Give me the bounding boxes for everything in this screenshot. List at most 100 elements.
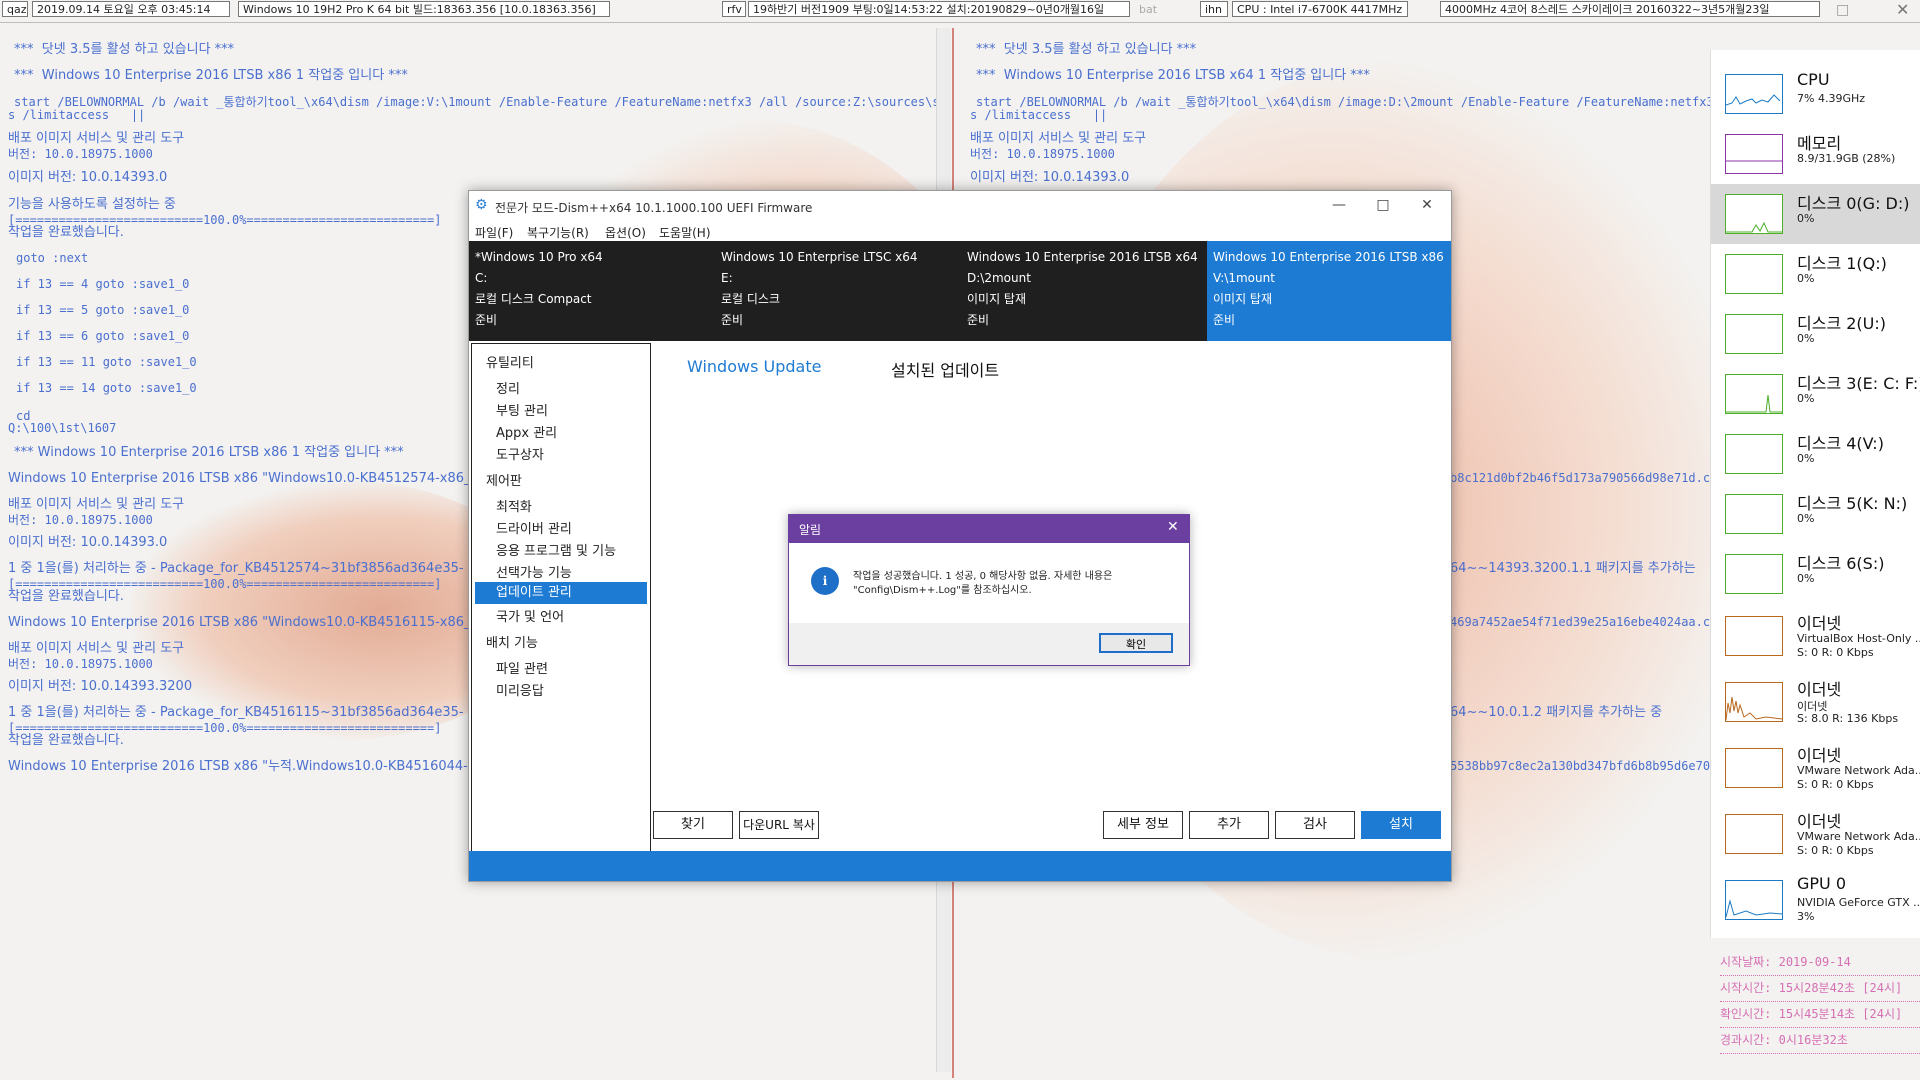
dialog-message-line1: 작업을 성공했습니다. 1 성공, 0 해당사항 없음. 자세한 내용은 (853, 571, 1113, 582)
console-line: *** 닷넷 3.5를 활성 하고 있습니다 *** (14, 42, 235, 57)
dialog-footer: 확인 (789, 623, 1189, 665)
nav-item-features[interactable]: 선택가능 기능 (496, 562, 572, 581)
disk-graph (1725, 434, 1783, 474)
perf-item-memory[interactable]: 메모리 8.9/31.9GB (28%) (1711, 124, 1920, 184)
image-status: 준비 (721, 313, 744, 327)
perf-item-usage: 3% (1797, 910, 1815, 923)
perf-item-cpu[interactable]: CPU 7% 4.39GHz (1711, 64, 1920, 124)
perf-item-ethernet-main[interactable]: 이더넷 이더넷 S: 8.0 R: 136 Kbps (1711, 670, 1920, 736)
menu-file[interactable]: 파일(F) (475, 224, 513, 241)
copy-url-button[interactable]: 다운URL 복사 (739, 811, 819, 839)
perf-item-name: 이더넷 (1797, 680, 1842, 699)
perf-item-name: GPU 0 (1797, 874, 1847, 893)
nav-item-cleanup[interactable]: 정리 (496, 378, 520, 397)
perf-item-disk3[interactable]: 디스크 3(E: C: F:) 0% (1711, 364, 1920, 424)
perf-item-ethernet-vmware1[interactable]: 이더넷 VMware Network Ada... S: 0 R: 0 Kbps (1711, 736, 1920, 802)
close-icon[interactable]: ✕ (1896, 0, 1909, 19)
info-icon: i (811, 567, 839, 595)
console-line: 64~~10.0.1.2 패키지를 추가하는 중 (1450, 705, 1663, 720)
perf-item-name: 디스크 5(K: N:) (1797, 494, 1908, 513)
maximize-button[interactable]: □ (1361, 193, 1405, 219)
console-line: if 13 == 11 goto :save1_0 (16, 355, 197, 369)
nav-item-appx[interactable]: Appx 관리 (496, 422, 557, 441)
nav-item-toolbox[interactable]: 도구상자 (496, 444, 544, 463)
image-card-e[interactable]: Windows 10 Enterprise LTSC x64 E: 로컬 디스크… (715, 241, 961, 341)
nav-item-apps[interactable]: 응용 프로그램 및 기능 (496, 540, 616, 559)
nav-item-boot[interactable]: 부팅 관리 (496, 400, 548, 419)
menu-help[interactable]: 도움말(H) (659, 224, 711, 241)
find-button[interactable]: 찾기 (653, 811, 733, 839)
image-name: *Windows 10 Pro x64 (475, 250, 603, 264)
disk-graph (1725, 254, 1783, 294)
nav-item-answer[interactable]: 미리응답 (496, 680, 544, 699)
nav-item-region[interactable]: 국가 및 언어 (496, 606, 564, 625)
image-card-d[interactable]: Windows 10 Enterprise 2016 LTSB x64 D:\2… (961, 241, 1207, 341)
console-line: 버전: 10.0.18975.1000 (8, 657, 153, 671)
perf-item-adapter: NVIDIA GeForce GTX ... (1797, 896, 1920, 909)
perf-item-name: 디스크 6(S:) (1797, 554, 1885, 573)
image-card-c[interactable]: *Windows 10 Pro x64 C: 로컬 디스크 Compact 준비 (469, 241, 715, 341)
add-button[interactable]: 추가 (1189, 811, 1269, 839)
console-line: 작업을 완료했습니다. (8, 733, 124, 748)
console-line: Q:\100\1st\1607 (8, 421, 117, 435)
perf-item-throughput: S: 8.0 R: 136 Kbps (1797, 712, 1899, 725)
install-button[interactable]: 설치 (1361, 811, 1441, 839)
console-line: Windows 10 Enterprise 2016 LTSB x86 "Win… (8, 615, 495, 630)
perf-item-adapter: VMware Network Ada... (1797, 830, 1920, 843)
menu-options[interactable]: 옵션(O) (605, 224, 646, 241)
scan-button[interactable]: 검사 (1275, 811, 1355, 839)
topbar-cpu: CPU : Intel i7-6700K 4417MHz (1232, 1, 1408, 17)
minimize-button[interactable]: — (1317, 193, 1361, 219)
console-line: 이미지 버전: 10.0.14393.0 (970, 170, 1130, 185)
details-button[interactable]: 세부 정보 (1103, 811, 1183, 839)
perf-item-name: 이더넷 (1797, 614, 1842, 633)
memory-graph (1725, 134, 1783, 174)
dialog-titlebar[interactable]: 알림 ✕ (789, 515, 1189, 543)
perf-item-gpu[interactable]: GPU 0 NVIDIA GeForce GTX ... 3% (1711, 868, 1920, 934)
cpu-graph (1725, 74, 1783, 114)
perf-item-value: 0% (1797, 212, 1815, 225)
status-topbar: qaz 2019.09.14 토요일 오후 03:45:14 Windows 1… (0, 0, 1920, 20)
image-path: V:\1mount (1213, 271, 1275, 285)
perf-item-ethernet-vbox[interactable]: 이더넷 VirtualBox Host-Only ... S: 0 R: 0 K… (1711, 604, 1920, 670)
close-button[interactable]: ✕ (1405, 193, 1449, 219)
nav-section-control: 제어판 (486, 474, 522, 489)
topbar-cpu-detail: 4000MHz 4코어 8스레드 스카이레이크 20160322~3년5개월23… (1440, 1, 1820, 17)
perf-item-disk0[interactable]: 디스크 0(G: D:) 0% (1711, 184, 1920, 244)
time-info-box: 시작날짜: 2019-09-14 시작시간: 15시28분42초 [24시] 확… (1720, 950, 1920, 1078)
console-line: s /limitaccess || (8, 108, 146, 122)
image-status: 준비 (967, 313, 990, 327)
perf-item-name: 디스크 3(E: C: F:) (1797, 374, 1920, 393)
ok-button[interactable]: 확인 (1099, 633, 1173, 653)
console-line: 버전: 10.0.18975.1000 (970, 147, 1115, 161)
nav-item-driver[interactable]: 드라이버 관리 (496, 518, 572, 537)
console-line: *** Windows 10 Enterprise 2016 LTSB x64 … (976, 68, 1370, 83)
left-navigation: 유틸리티 정리 부팅 관리 Appx 관리 도구상자 제어판 최적화 드라이버 … (471, 343, 651, 855)
image-type: 로컬 디스크 (721, 292, 781, 306)
nav-item-files[interactable]: 파일 관련 (496, 658, 548, 677)
window-titlebar[interactable]: ⚙ 전문가 모드-Dism++x64 10.1.1000.100 UEFI Fi… (469, 191, 1451, 221)
perf-item-name: 메모리 (1797, 134, 1842, 153)
image-card-v-selected[interactable]: Windows 10 Enterprise 2016 LTSB x86 V:\1… (1207, 241, 1451, 341)
console-line: 5538bb97c8ec2a130bd347bfd6b8b95d6e706 (1450, 759, 1710, 773)
perf-item-disk2[interactable]: 디스크 2(U:) 0% (1711, 304, 1920, 364)
perf-item-ethernet-vmware2[interactable]: 이더넷 VMware Network Ada... S: 0 R: 0 Kbps (1711, 802, 1920, 868)
disk-graph (1725, 374, 1783, 414)
perf-item-disk1[interactable]: 디스크 1(Q:) 0% (1711, 244, 1920, 304)
console-line: 배포 이미지 서비스 및 관리 도구 (8, 131, 185, 146)
nav-item-optimize[interactable]: 최적화 (496, 496, 532, 515)
perf-item-throughput: S: 0 R: 0 Kbps (1797, 778, 1874, 791)
tab-windows-update[interactable]: Windows Update (687, 357, 821, 376)
minimize-icon[interactable]: □ (1836, 2, 1849, 18)
close-icon[interactable]: ✕ (1167, 519, 1179, 535)
dialog-title: 알림 (799, 523, 822, 537)
nav-item-updates[interactable]: 업데이트 관리 (475, 582, 647, 604)
image-name: Windows 10 Enterprise 2016 LTSB x64 (967, 250, 1198, 264)
performance-sidebar: CPU 7% 4.39GHz 메모리 8.9/31.9GB (28%) 디스크 … (1710, 50, 1920, 938)
console-line: 1 중 1을(를) 처리하는 중 - Package_for_KB4516115… (8, 705, 464, 720)
menu-recovery[interactable]: 복구기능(R) (527, 224, 589, 241)
perf-item-disk4[interactable]: 디스크 4(V:) 0% (1711, 424, 1920, 484)
perf-item-disk5[interactable]: 디스크 5(K: N:) 0% (1711, 484, 1920, 544)
perf-item-disk6[interactable]: 디스크 6(S:) 0% (1711, 544, 1920, 604)
tab-installed-updates[interactable]: 설치된 업데이트 (891, 357, 999, 381)
